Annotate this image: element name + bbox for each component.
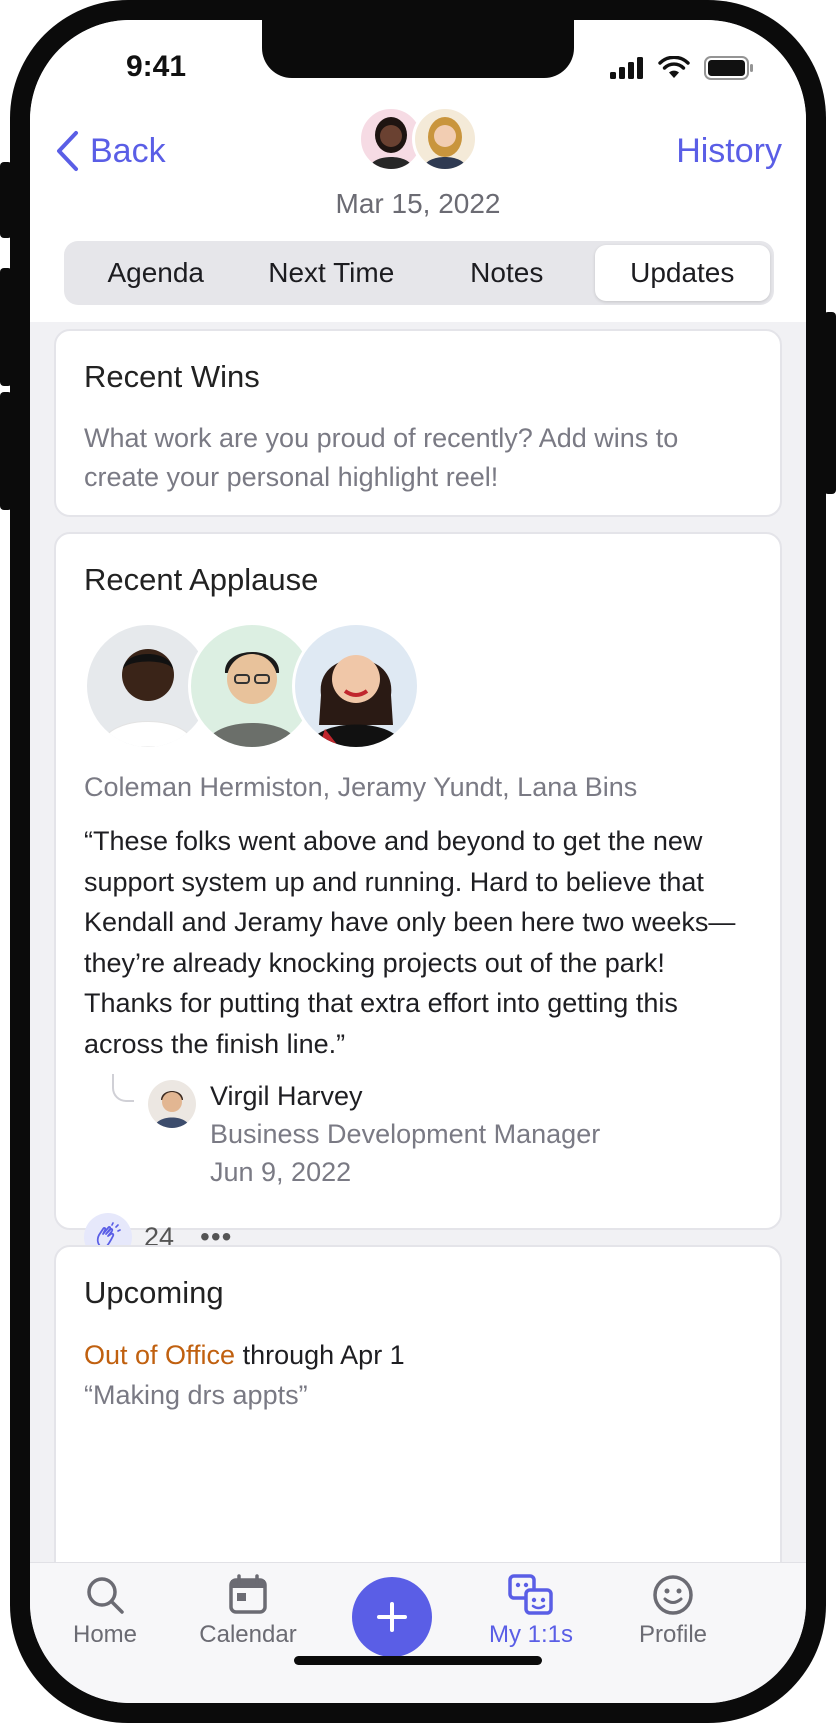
author-name: Virgil Harvey (210, 1081, 363, 1111)
recent-wins-title: Recent Wins (84, 359, 260, 394)
masks-icon (508, 1574, 553, 1615)
upcoming-through: through Apr 1 (235, 1340, 405, 1370)
applause-author[interactable]: Virgil Harvey Business Development Manag… (112, 1074, 752, 1191)
out-of-office-label: Out of Office (84, 1340, 236, 1370)
add-button[interactable] (352, 1577, 432, 1657)
upcoming-note: “Making drs appts” (84, 1379, 308, 1410)
tab-calendar-label: Calendar (199, 1621, 297, 1648)
thread-connector (112, 1074, 134, 1102)
smiley-icon (653, 1575, 693, 1615)
power-button (824, 312, 836, 494)
chevron-left-icon (57, 131, 78, 171)
applause-recipients: Coleman Hermiston, Jeramy Yundt, Lana Bi… (84, 772, 638, 802)
tab-bar: Home Calendar My 1:1s Profile (30, 1562, 806, 1703)
back-button[interactable]: Back (54, 130, 166, 172)
tab-profile-label: Profile (638, 1621, 708, 1648)
status-icons (610, 56, 754, 80)
recent-wins-card[interactable]: Recent Wins What work are you proud of r… (54, 329, 782, 517)
recent-wins-text: What work are you proud of recently? Add… (84, 423, 679, 493)
tab-home-label: Home (72, 1621, 138, 1648)
tab-notes[interactable]: Notes (419, 245, 595, 301)
battery-icon (704, 56, 753, 80)
upcoming-title: Upcoming (84, 1275, 224, 1310)
author-date: Jun 9, 2022 (210, 1156, 352, 1187)
recent-applause-card[interactable]: Recent Applause Coleman Hermiston, Jeram… (54, 532, 782, 1262)
tab-my-1-1s[interactable]: My 1:1s (466, 1573, 596, 1649)
author-title: Business Development Manager (210, 1118, 601, 1149)
tab-home[interactable]: Home (40, 1573, 170, 1649)
tab-my-1-1s-label: My 1:1s (488, 1621, 574, 1648)
volume-down-button (0, 392, 12, 510)
meeting-date: Mar 15, 2022 (335, 188, 501, 219)
avatar (412, 106, 478, 172)
phone-frame: 9:41 Back History Mar 15, 2022 Agenda Ne… (0, 0, 836, 1723)
tab-updates[interactable]: Updates (594, 245, 770, 301)
avatar[interactable] (292, 622, 420, 750)
calendar-icon (229, 1574, 267, 1614)
person-icon (423, 117, 467, 169)
tab-profile[interactable]: Profile (608, 1573, 738, 1649)
recent-applause-title: Recent Applause (84, 562, 319, 597)
cellular-signal-icon (610, 57, 643, 79)
upcoming-status-line: Out of Office through Apr 1 (84, 1335, 752, 1376)
applause-avatars (84, 622, 752, 754)
status-time: 9:41 (126, 50, 187, 83)
person-icon (309, 655, 403, 747)
screen: 9:41 Back History Mar 15, 2022 Agenda Ne… (30, 20, 806, 1703)
plus-icon (377, 1602, 407, 1632)
person-icon (148, 1080, 196, 1128)
tab-calendar[interactable]: Calendar (183, 1573, 313, 1649)
search-icon (87, 1577, 124, 1614)
tab-next-time[interactable]: Next Time (244, 245, 420, 301)
mute-switch (0, 162, 12, 238)
wifi-icon (658, 56, 690, 78)
segmented-tabs: Agenda Next Time Notes Updates (64, 241, 774, 305)
updates-content[interactable]: Recent Wins What work are you proud of r… (30, 322, 806, 1562)
avatar (148, 1080, 196, 1128)
back-label: Back (90, 131, 166, 170)
participant-avatars (358, 106, 482, 176)
home-indicator (294, 1656, 542, 1665)
volume-up-button (0, 268, 12, 386)
history-link[interactable]: History (676, 132, 782, 171)
upcoming-card[interactable]: Upcoming Out of Office through Apr 1 “Ma… (54, 1245, 782, 1562)
tab-agenda[interactable]: Agenda (68, 245, 244, 301)
notch (262, 20, 574, 78)
applause-quote: “These folks went above and beyond to ge… (84, 826, 736, 1059)
